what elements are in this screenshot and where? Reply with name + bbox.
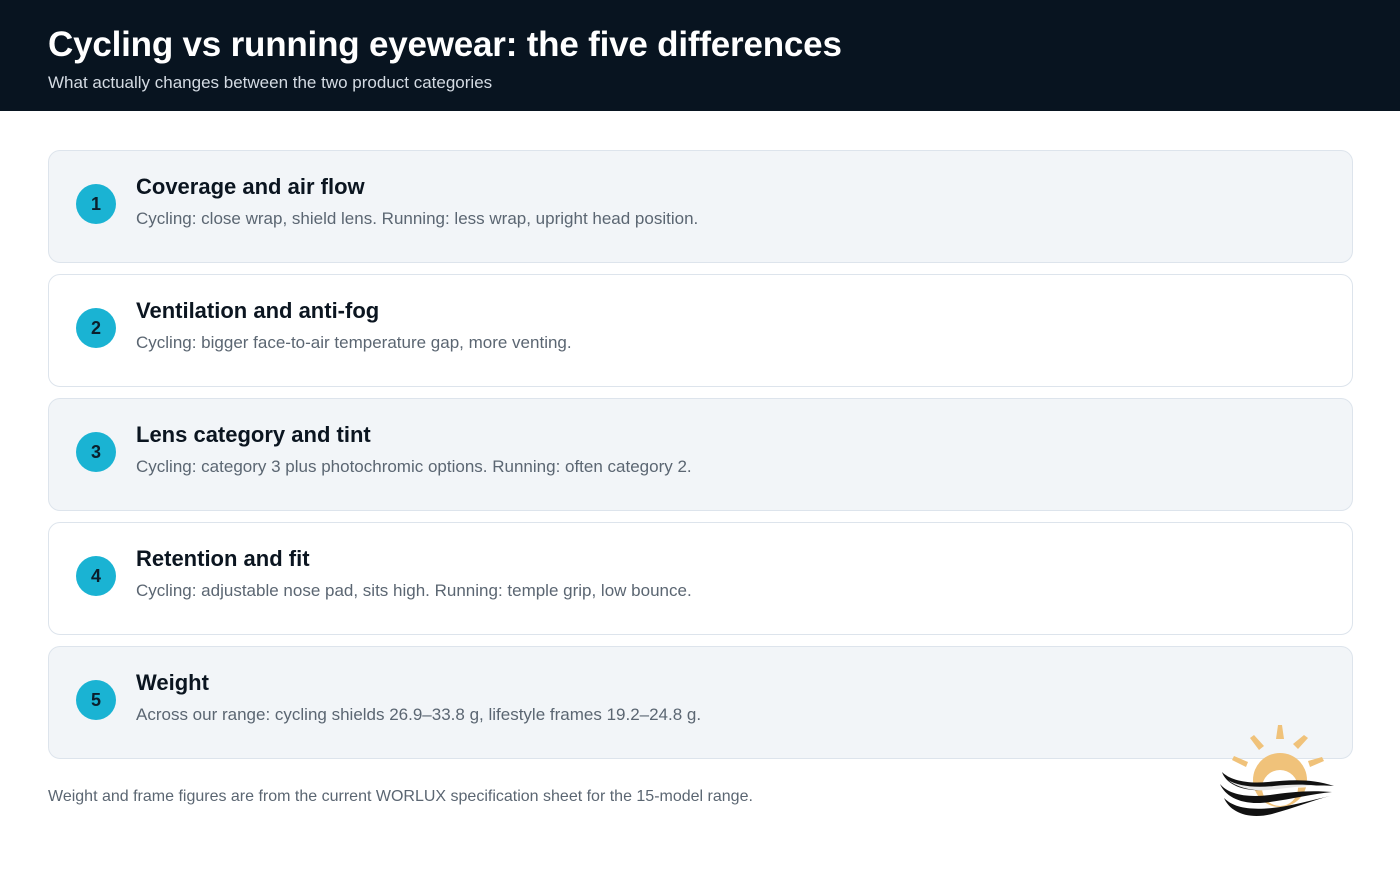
step-number-badge: 5 xyxy=(76,680,116,720)
difference-card-2: 2 Ventilation and anti-fog Cycling: bigg… xyxy=(48,274,1353,387)
difference-card-1: 1 Coverage and air flow Cycling: close w… xyxy=(48,150,1353,263)
difference-title: Coverage and air flow xyxy=(136,174,365,199)
step-number-badge: 1 xyxy=(76,184,116,224)
page-title: Cycling vs running eyewear: the five dif… xyxy=(48,25,842,64)
difference-card-5: 5 Weight Across our range: cycling shiel… xyxy=(48,646,1353,759)
sun-wave-logo-icon xyxy=(1220,725,1334,817)
difference-title: Ventilation and anti-fog xyxy=(136,298,380,323)
step-number-badge: 2 xyxy=(76,308,116,348)
difference-description: Cycling: bigger face-to-air temperature … xyxy=(136,333,572,352)
page-subtitle: What actually changes between the two pr… xyxy=(48,73,493,92)
difference-description: Cycling: adjustable nose pad, sits high.… xyxy=(136,581,692,600)
page-header: Cycling vs running eyewear: the five dif… xyxy=(0,0,1400,111)
difference-card-4: 4 Retention and fit Cycling: adjustable … xyxy=(48,522,1353,635)
differences-list: 1 Coverage and air flow Cycling: close w… xyxy=(48,150,1353,770)
difference-card-3: 3 Lens category and tint Cycling: catego… xyxy=(48,398,1353,511)
difference-title: Lens category and tint xyxy=(136,422,371,447)
difference-title: Weight xyxy=(136,670,209,695)
difference-title: Retention and fit xyxy=(136,546,310,571)
difference-description: Cycling: close wrap, shield lens. Runnin… xyxy=(136,209,699,228)
step-number-badge: 3 xyxy=(76,432,116,472)
difference-description: Across our range: cycling shields 26.9–3… xyxy=(136,705,702,724)
source-footnote: Weight and frame figures are from the cu… xyxy=(48,788,753,805)
step-number-badge: 4 xyxy=(76,556,116,596)
difference-description: Cycling: category 3 plus photochromic op… xyxy=(136,457,692,476)
